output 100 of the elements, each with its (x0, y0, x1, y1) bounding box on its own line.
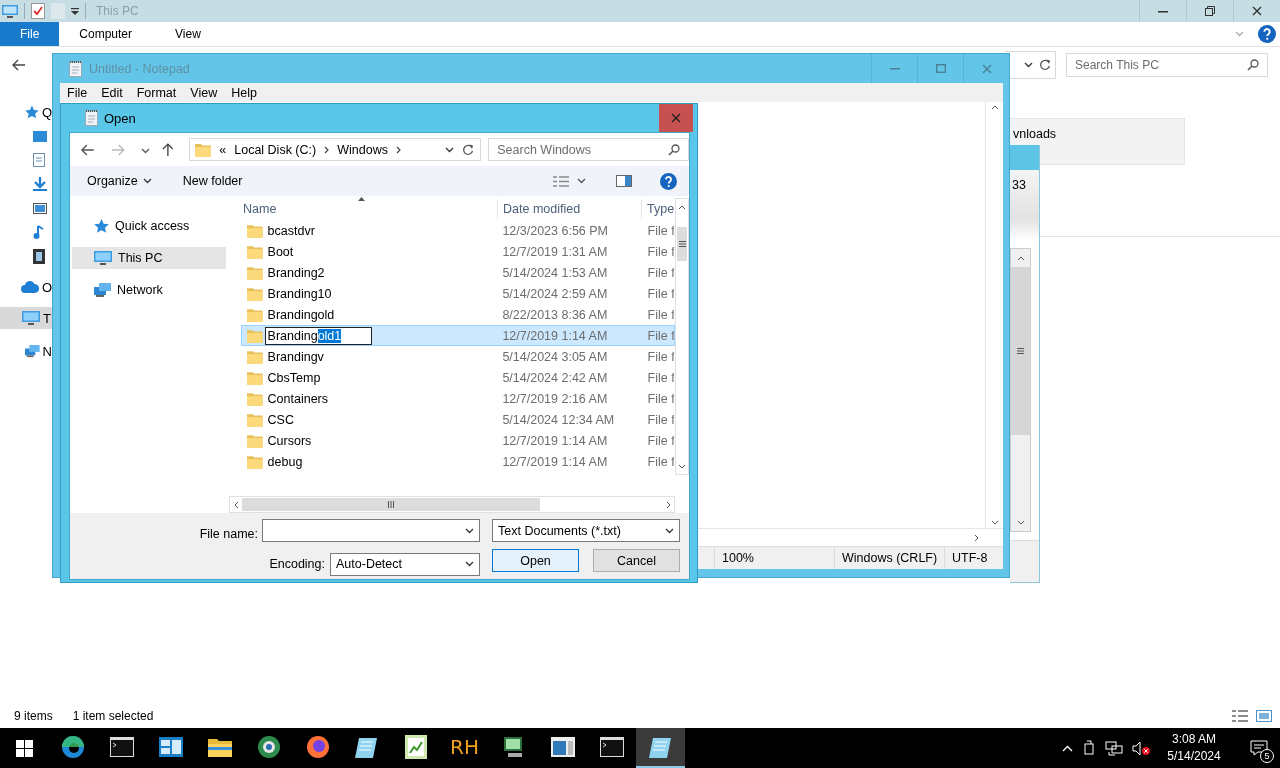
clock-time[interactable]: 3:08 AM (1172, 731, 1216, 748)
windows-logo-icon[interactable] (15, 739, 33, 757)
horizontal-scrollbar[interactable] (229, 496, 675, 513)
encoding-dropdown[interactable]: Auto-Detect (330, 552, 480, 576)
scroll-up-icon[interactable] (678, 204, 686, 210)
customize-menu-icon[interactable] (71, 7, 79, 15)
file-row[interactable]: Brandingv 5/14/2024 3:05 AM File f (241, 346, 675, 367)
scroll-down-icon[interactable] (1016, 519, 1025, 525)
file-row[interactable]: CSC 5/14/2024 12:34 AM File f (241, 409, 675, 430)
rename-field[interactable]: Brandingold1 (264, 326, 373, 345)
overflow-chevron[interactable]: « (219, 142, 227, 157)
scroll-down-icon[interactable] (678, 463, 686, 469)
grip-icon (678, 241, 686, 247)
cancel-button[interactable]: Cancel (593, 549, 680, 572)
ribbon-tab[interactable]: Computer (59, 22, 156, 46)
app-text[interactable]: RH (450, 735, 479, 759)
nav-item[interactable]: Network (72, 279, 226, 301)
terminal-icon[interactable] (109, 737, 134, 757)
menu-item[interactable]: Edit (94, 85, 130, 100)
chart-document-icon[interactable] (404, 735, 427, 759)
file-row[interactable]: Brandingold1 12/7/2019 1:14 AM File f (241, 325, 675, 346)
cloud-icon (21, 281, 39, 293)
status-text: UTF-8 (944, 547, 988, 569)
window-icon[interactable] (550, 737, 575, 757)
maximize-icon (935, 64, 946, 73)
file-row[interactable]: Branding10 5/14/2024 2:59 AM File f (241, 283, 675, 304)
details-view-icon[interactable] (1232, 710, 1248, 722)
menu-item[interactable]: File (60, 85, 95, 100)
scroll-right-icon[interactable] (665, 500, 671, 509)
file-row[interactable]: Branding2 5/14/2024 1:53 AM File f (241, 262, 675, 283)
clock-date[interactable]: 5/14/2024 (1167, 748, 1221, 765)
file-type-dropdown[interactable]: Text Documents (*.txt) (492, 519, 680, 542)
scroll-down-icon[interactable] (990, 520, 999, 525)
file-row[interactable]: bcastdvr 12/3/2023 6:56 PM File f (241, 220, 675, 241)
notepad-icon[interactable] (648, 736, 673, 758)
folder-icon (247, 454, 263, 469)
vertical-scrollbar[interactable] (675, 198, 689, 475)
folder-icon (247, 244, 263, 259)
file-row[interactable]: debug 12/7/2019 1:14 AM File f (241, 451, 675, 472)
scroll-up-icon[interactable] (990, 105, 999, 110)
help-icon[interactable] (1258, 25, 1276, 43)
nav-item[interactable]: O (0, 275, 52, 299)
nav-item[interactable]: N (0, 339, 52, 363)
scroll-right-icon[interactable] (974, 533, 979, 542)
fox-globe-icon[interactable] (305, 735, 330, 759)
scroll-left-icon[interactable] (233, 500, 239, 509)
folder-icon (247, 349, 263, 364)
view-options-icon[interactable] (553, 175, 569, 187)
search-field[interactable]: Search This PC (1066, 53, 1268, 77)
menu-item[interactable]: Format (129, 85, 184, 100)
device-icon[interactable] (1082, 740, 1096, 756)
browser-icon[interactable] (60, 735, 85, 759)
ribbon-tab[interactable]: File (0, 22, 60, 46)
nav-item[interactable]: Q (0, 100, 52, 124)
refresh-icon[interactable] (462, 143, 475, 156)
open-button[interactable]: Open (492, 549, 579, 572)
dashboard-icon[interactable] (158, 737, 183, 757)
new-folder-button[interactable]: New folder (182, 174, 243, 188)
notepad-icon[interactable] (354, 736, 379, 758)
back-arrow-icon[interactable] (12, 59, 26, 71)
up-arrow-icon[interactable] (161, 142, 174, 157)
file-row[interactable]: Brandingold 8/22/2013 8:36 AM File f (241, 304, 675, 325)
breadcrumb-item[interactable]: Windows (337, 142, 388, 157)
search-field[interactable]: Search Windows (488, 138, 689, 161)
vertical-scrollbar[interactable] (1010, 248, 1031, 532)
file-row[interactable]: Containers 12/7/2019 2:16 AM File f (241, 388, 675, 409)
refresh-icon[interactable] (1039, 59, 1051, 71)
address-bar[interactable]: « Local Disk (C:) Windows (189, 138, 482, 161)
breadcrumb-item[interactable]: Local Disk (C:) (234, 142, 317, 157)
terminal-icon[interactable] (599, 737, 624, 757)
file-name: debug (267, 454, 303, 469)
back-arrow-icon[interactable] (81, 143, 95, 156)
grip-icon (1017, 348, 1024, 354)
scroll-up-icon[interactable] (1016, 255, 1025, 261)
folder-icon[interactable] (207, 737, 232, 757)
globe-icon[interactable] (256, 735, 281, 759)
nav-item[interactable]: This PC (72, 247, 226, 269)
file-row[interactable]: Boot 12/7/2019 1:31 AM File f (241, 241, 675, 262)
file-row[interactable]: CbsTemp 5/14/2024 2:42 AM File f (241, 367, 675, 388)
network-icon[interactable] (1105, 740, 1123, 756)
ribbon-tab[interactable]: View (155, 22, 224, 46)
folder-icon (195, 142, 212, 157)
preview-pane-icon[interactable] (616, 175, 632, 187)
volume-muted-icon[interactable] (1132, 740, 1150, 756)
file-row[interactable]: Cursors 12/7/2019 1:14 AM File f (241, 430, 675, 451)
help-icon[interactable] (660, 172, 677, 190)
nav-item[interactable]: Quick access (72, 215, 226, 237)
column-header[interactable]: Type (642, 199, 675, 219)
column-header[interactable]: Date modified (498, 199, 642, 219)
file-name: Containers (267, 391, 329, 406)
nav-item[interactable]: T (0, 307, 52, 329)
menu-item[interactable]: Help (224, 85, 264, 100)
large-icons-view-icon[interactable] (1256, 710, 1272, 722)
chevron-up-icon[interactable] (1062, 744, 1073, 752)
computer-icon (2, 4, 18, 18)
properties-icon[interactable] (31, 3, 45, 19)
organize-button[interactable]: Organize (87, 174, 152, 188)
folder-tile[interactable]: vnloads (1008, 118, 1185, 165)
menu-item[interactable]: View (183, 85, 225, 100)
file-name-field[interactable] (262, 519, 480, 542)
